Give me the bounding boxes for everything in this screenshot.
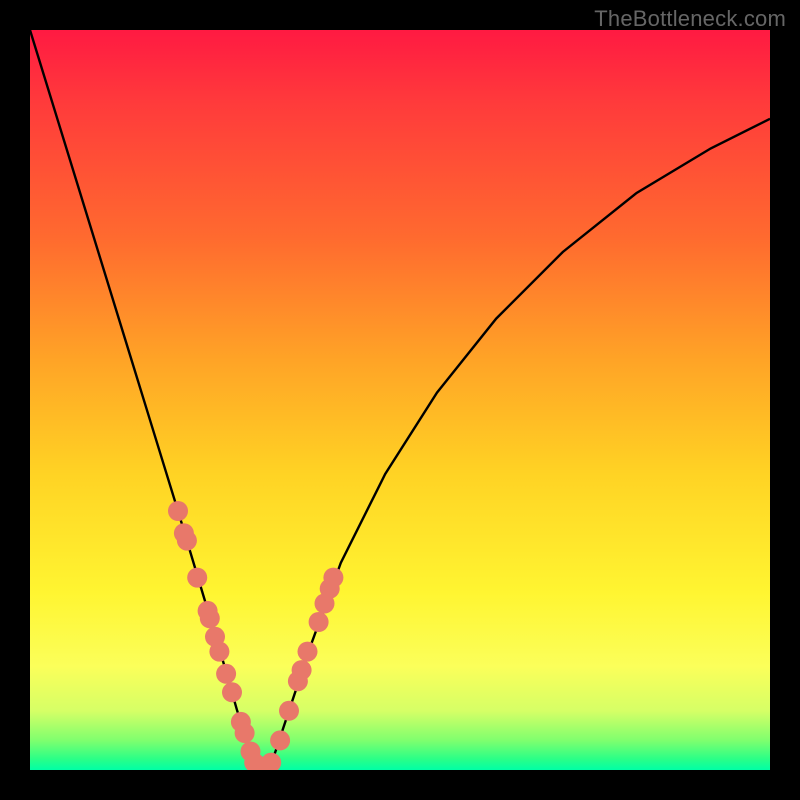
data-point [309,612,329,632]
data-point [279,701,299,721]
chart-svg [30,30,770,770]
data-point [235,723,255,743]
watermark-text: TheBottleneck.com [594,6,786,32]
chart-frame: TheBottleneck.com [0,0,800,800]
data-point [292,660,312,680]
data-point [168,501,188,521]
data-point [270,730,290,750]
data-point [323,568,343,588]
bottleneck-curve [30,30,770,770]
data-point [187,568,207,588]
data-point [261,753,281,770]
data-point-markers [168,501,343,770]
data-point [222,682,242,702]
data-point [298,642,318,662]
data-point [209,642,229,662]
plot-area [30,30,770,770]
data-point [177,531,197,551]
data-point [200,608,220,628]
data-point [216,664,236,684]
